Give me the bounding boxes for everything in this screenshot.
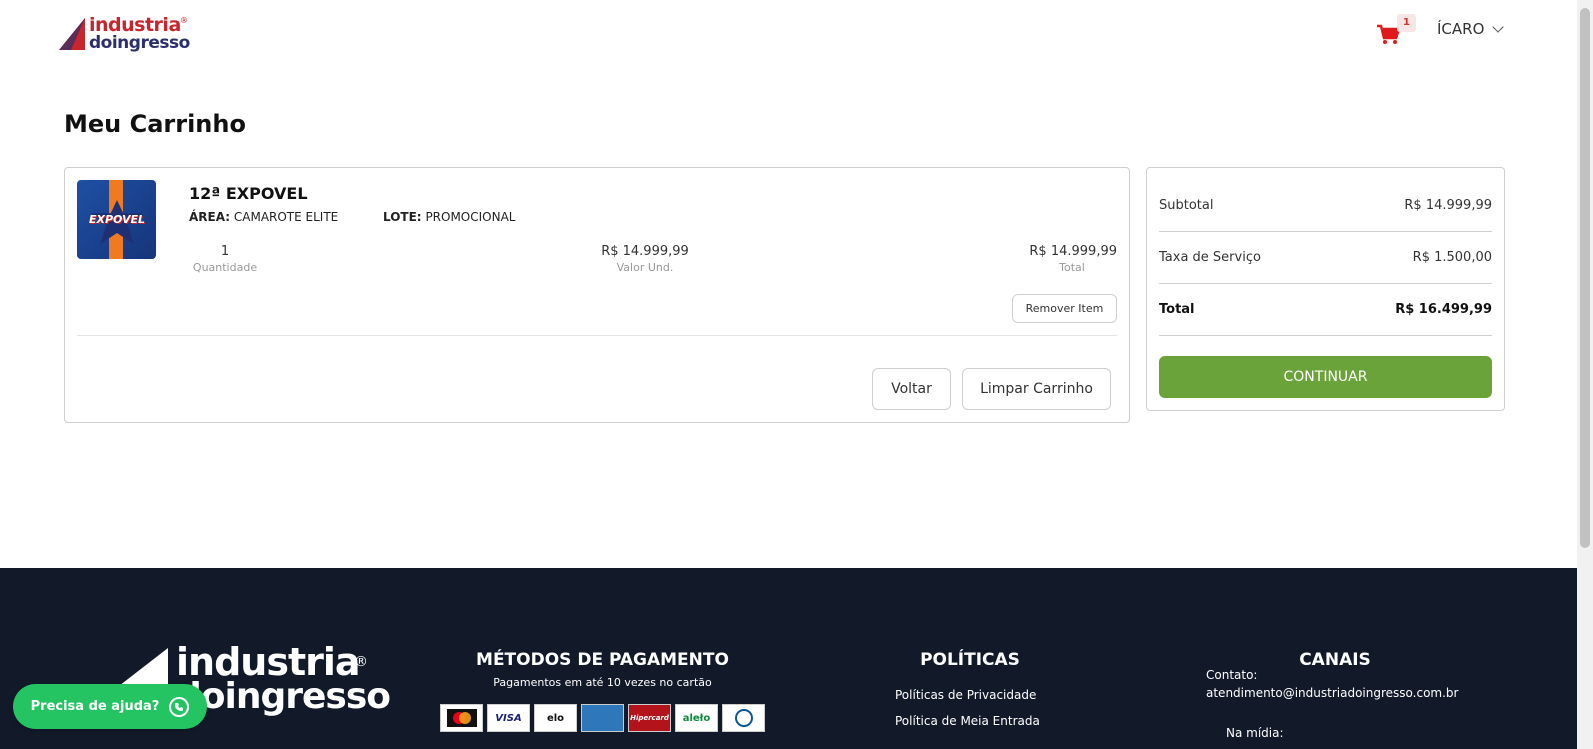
event-title: 12ª EXPOVEL [189,184,308,203]
help-whatsapp-button[interactable]: Precisa de ajuda? [13,684,207,729]
whatsapp-icon [169,696,190,717]
hipercard-card: Hipercard [628,704,671,732]
logo-mark-icon [59,18,85,50]
subtotal-row: Subtotal R$ 14.999,99 [1159,180,1492,232]
quantity-value: 1 [220,244,230,259]
mastercard-icon [440,704,483,732]
logo-registered-mark: ® [180,16,188,25]
item-total-value: R$ 14.999,99 [1029,244,1117,259]
event-thumbnail: EXPOVEL [77,180,156,259]
cart-count-badge: 1 [1397,14,1416,32]
footer-logo-registered-mark: ® [354,654,368,670]
footer-logo-text-bottom: doingresso [176,676,391,717]
quantity-label: Quantidade [192,261,258,274]
event-area: ÁREA: CAMAROTE ELITE [189,210,338,224]
total-row: Total R$ 16.499,99 [1159,284,1492,336]
quantity-block: 1 Quantidade [189,244,261,274]
chevron-down-icon [1492,21,1505,33]
payment-cards: VISA elo Hipercard aleło [440,704,765,732]
phone-icon [175,702,184,711]
diners-logo-icon [734,709,753,727]
payment-methods-title: MÉTODOS DE PAGAMENTO [476,650,729,670]
total-value: R$ 16.499,99 [1395,302,1492,317]
clear-cart-button[interactable]: Limpar Carrinho [962,368,1111,410]
lote-value: PROMOCIONAL [425,210,516,224]
visa-card: VISA [487,704,530,732]
amex-icon [581,704,624,732]
logo-text-bottom: doingresso [89,33,190,53]
brand-logo[interactable]: industria doingresso ® [57,14,190,54]
page-title: Meu Carrinho [64,110,246,138]
help-button-label: Precisa de ajuda? [30,699,160,714]
area-value: CAMAROTE ELITE [233,210,339,224]
aleo-card: aleło [675,704,718,732]
event-lote: LOTE: PROMOCIONAL [383,210,516,224]
header: industria doingresso ® 1 ÍCARO [0,0,1578,70]
service-fee-value: R$ 1.500,00 [1412,250,1492,265]
user-name: ÍCARO [1437,20,1485,38]
back-button[interactable]: Voltar [872,368,951,410]
unit-price-block: R$ 14.999,99 Valor Und. [595,244,695,274]
privacy-policy-link[interactable]: Políticas de Privacidade [895,688,1036,702]
media-label: Na mídia: [1226,726,1284,740]
half-price-policy-link[interactable]: Política de Meia Entrada [895,714,1040,728]
elo-card: elo [534,704,577,732]
remove-item-button[interactable]: Remover Item [1012,294,1117,323]
service-fee-label: Taxa de Serviço [1159,250,1261,265]
contact-email[interactable]: atendimento@industriadoingresso.com.br [1206,686,1458,700]
channels-title: CANAIS [1299,650,1371,670]
item-total-label: Total [1059,261,1085,274]
unit-price-value: R$ 14.999,99 [601,244,689,259]
event-thumbnail-text: EXPOVEL [88,213,146,226]
service-fee-row: Taxa de Serviço R$ 1.500,00 [1159,232,1492,284]
subtotal-value: R$ 14.999,99 [1404,198,1492,213]
diners-club-icon [722,704,765,732]
total-label: Total [1159,302,1195,317]
mastercard-logo-icon [446,709,477,727]
subtotal-label: Subtotal [1159,198,1214,213]
order-summary: Subtotal R$ 14.999,99 Taxa de Serviço R$… [1146,167,1505,411]
unit-price-label: Valor Und. [616,261,674,274]
scrollbar-thumb[interactable] [1580,8,1590,548]
lote-label: LOTE: [383,210,422,224]
policies-title: POLÍTICAS [920,650,1020,670]
payment-methods-subtitle: Pagamentos em até 10 vezes no cartão [493,676,712,689]
area-label: ÁREA: [189,210,231,224]
continue-button[interactable]: CONTINUAR [1159,356,1492,398]
user-menu[interactable]: ÍCARO [1437,20,1505,38]
contact-label: Contato: [1206,668,1258,682]
cart-item-card: EXPOVEL 12ª EXPOVEL ÁREA: CAMAROTE ELITE… [64,167,1130,423]
divider [77,335,1117,336]
item-total-block: R$ 14.999,99 Total [1027,244,1117,274]
footer: industria doingresso ® MÉTODOS DE PAGAME… [0,568,1577,749]
scrollbar[interactable] [1577,0,1593,749]
